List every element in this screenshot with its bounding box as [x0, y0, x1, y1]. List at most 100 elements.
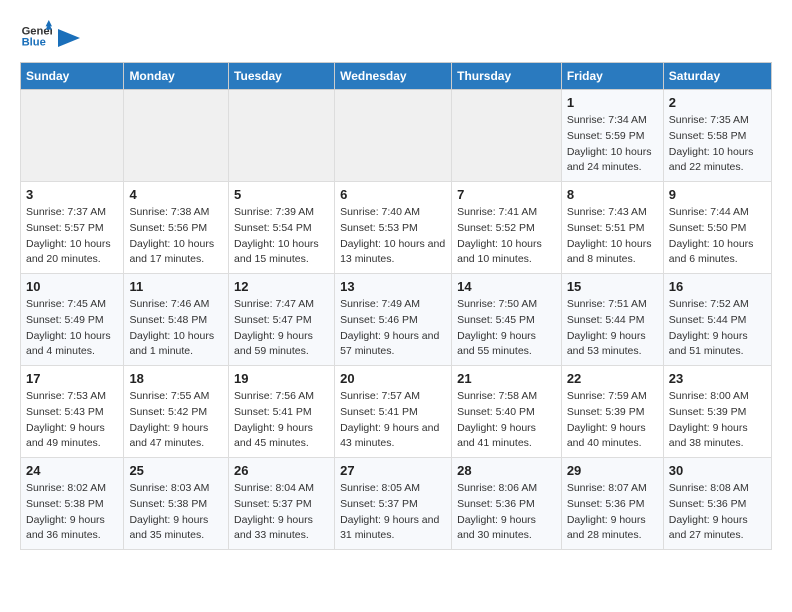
- day-info: Sunrise: 7:53 AM Sunset: 5:43 PM Dayligh…: [26, 389, 118, 452]
- day-info: Sunrise: 8:06 AM Sunset: 5:36 PM Dayligh…: [457, 481, 556, 544]
- day-number: 27: [340, 463, 446, 478]
- calendar-cell: 1 Sunrise: 7:34 AM Sunset: 5:59 PM Daylig…: [561, 90, 663, 182]
- day-info: Sunrise: 8:00 AM Sunset: 5:39 PM Dayligh…: [669, 389, 766, 452]
- calendar-cell: 2 Sunrise: 7:35 AM Sunset: 5:58 PM Daylig…: [663, 90, 771, 182]
- logo: General Blue: [20, 20, 80, 52]
- calendar-cell: 24 Sunrise: 8:02 AM Sunset: 5:38 PM Dayli…: [21, 458, 124, 550]
- header-tuesday: Tuesday: [229, 63, 335, 90]
- calendar-header-row: SundayMondayTuesdayWednesdayThursdayFrid…: [21, 63, 772, 90]
- day-number: 18: [129, 371, 223, 386]
- calendar-cell: 23 Sunrise: 8:00 AM Sunset: 5:39 PM Dayli…: [663, 366, 771, 458]
- day-number: 9: [669, 187, 766, 202]
- day-info: Sunrise: 7:38 AM Sunset: 5:56 PM Dayligh…: [129, 205, 223, 268]
- calendar-cell: 21Sunrise: 7:58 AM Sunset: 5:40 PM Dayli…: [452, 366, 562, 458]
- day-info: Sunrise: 7:41 AM Sunset: 5:52 PM Dayligh…: [457, 205, 556, 268]
- day-number: 6: [340, 187, 446, 202]
- day-number: 25: [129, 463, 223, 478]
- calendar-cell: [124, 90, 229, 182]
- svg-text:Blue: Blue: [22, 37, 46, 49]
- day-number: 2: [669, 95, 766, 110]
- day-number: 17: [26, 371, 118, 386]
- day-info: Sunrise: 8:08 AM Sunset: 5:36 PM Dayligh…: [669, 481, 766, 544]
- day-number: 15: [567, 279, 658, 294]
- calendar-cell: 11 Sunrise: 7:46 AM Sunset: 5:48 PM Dayli…: [124, 274, 229, 366]
- calendar-cell: [452, 90, 562, 182]
- calendar-cell: 12Sunrise: 7:47 AM Sunset: 5:47 PM Dayli…: [229, 274, 335, 366]
- day-number: 23: [669, 371, 766, 386]
- day-number: 28: [457, 463, 556, 478]
- header-thursday: Thursday: [452, 63, 562, 90]
- day-info: Sunrise: 7:44 AM Sunset: 5:50 PM Dayligh…: [669, 205, 766, 268]
- calendar-cell: [335, 90, 452, 182]
- day-number: 16: [669, 279, 766, 294]
- day-info: Sunrise: 7:56 AM Sunset: 5:41 PM Dayligh…: [234, 389, 329, 452]
- header-saturday: Saturday: [663, 63, 771, 90]
- day-number: 21: [457, 371, 556, 386]
- day-info: Sunrise: 7:39 AM Sunset: 5:54 PM Dayligh…: [234, 205, 329, 268]
- calendar-cell: 5 Sunrise: 7:39 AM Sunset: 5:54 PM Daylig…: [229, 182, 335, 274]
- day-info: Sunrise: 7:46 AM Sunset: 5:48 PM Dayligh…: [129, 297, 223, 360]
- calendar-week-row: 1 Sunrise: 7:34 AM Sunset: 5:59 PM Daylig…: [21, 90, 772, 182]
- day-number: 13: [340, 279, 446, 294]
- calendar-week-row: 17 Sunrise: 7:53 AM Sunset: 5:43 PM Dayli…: [21, 366, 772, 458]
- calendar-cell: 19 Sunrise: 7:56 AM Sunset: 5:41 PM Dayli…: [229, 366, 335, 458]
- day-number: 3: [26, 187, 118, 202]
- calendar-cell: 18 Sunrise: 7:55 AM Sunset: 5:42 PM Dayli…: [124, 366, 229, 458]
- day-info: Sunrise: 7:51 AM Sunset: 5:44 PM Dayligh…: [567, 297, 658, 360]
- day-number: 8: [567, 187, 658, 202]
- calendar-cell: 15 Sunrise: 7:51 AM Sunset: 5:44 PM Dayli…: [561, 274, 663, 366]
- calendar-week-row: 3 Sunrise: 7:37 AM Sunset: 5:57 PM Daylig…: [21, 182, 772, 274]
- calendar-cell: 30 Sunrise: 8:08 AM Sunset: 5:36 PM Dayli…: [663, 458, 771, 550]
- day-number: 26: [234, 463, 329, 478]
- day-info: Sunrise: 8:03 AM Sunset: 5:38 PM Dayligh…: [129, 481, 223, 544]
- calendar-cell: 6 Sunrise: 7:40 AM Sunset: 5:53 PM Daylig…: [335, 182, 452, 274]
- calendar-cell: 22Sunrise: 7:59 AM Sunset: 5:39 PM Dayli…: [561, 366, 663, 458]
- calendar-cell: 29 Sunrise: 8:07 AM Sunset: 5:36 PM Dayli…: [561, 458, 663, 550]
- day-info: Sunrise: 7:37 AM Sunset: 5:57 PM Dayligh…: [26, 205, 118, 268]
- logo-arrow-icon: [58, 29, 80, 47]
- day-number: 24: [26, 463, 118, 478]
- day-number: 19: [234, 371, 329, 386]
- calendar-table: SundayMondayTuesdayWednesdayThursdayFrid…: [20, 62, 772, 550]
- day-number: 4: [129, 187, 223, 202]
- day-info: Sunrise: 7:47 AM Sunset: 5:47 PM Dayligh…: [234, 297, 329, 360]
- day-info: Sunrise: 7:49 AM Sunset: 5:46 PM Dayligh…: [340, 297, 446, 360]
- header-monday: Monday: [124, 63, 229, 90]
- day-info: Sunrise: 8:04 AM Sunset: 5:37 PM Dayligh…: [234, 481, 329, 544]
- day-number: 1: [567, 95, 658, 110]
- calendar-cell: 27 Sunrise: 8:05 AM Sunset: 5:37 PM Dayli…: [335, 458, 452, 550]
- day-info: Sunrise: 7:50 AM Sunset: 5:45 PM Dayligh…: [457, 297, 556, 360]
- day-info: Sunrise: 8:07 AM Sunset: 5:36 PM Dayligh…: [567, 481, 658, 544]
- calendar-cell: 28 Sunrise: 8:06 AM Sunset: 5:36 PM Dayli…: [452, 458, 562, 550]
- day-number: 20: [340, 371, 446, 386]
- day-info: Sunrise: 7:40 AM Sunset: 5:53 PM Dayligh…: [340, 205, 446, 268]
- day-number: 11: [129, 279, 223, 294]
- calendar-cell: 3 Sunrise: 7:37 AM Sunset: 5:57 PM Daylig…: [21, 182, 124, 274]
- calendar-cell: 4 Sunrise: 7:38 AM Sunset: 5:56 PM Daylig…: [124, 182, 229, 274]
- day-info: Sunrise: 8:02 AM Sunset: 5:38 PM Dayligh…: [26, 481, 118, 544]
- calendar-cell: 13 Sunrise: 7:49 AM Sunset: 5:46 PM Dayli…: [335, 274, 452, 366]
- day-number: 14: [457, 279, 556, 294]
- day-info: Sunrise: 7:34 AM Sunset: 5:59 PM Dayligh…: [567, 113, 658, 176]
- day-number: 22: [567, 371, 658, 386]
- day-number: 5: [234, 187, 329, 202]
- calendar-cell: 25 Sunrise: 8:03 AM Sunset: 5:38 PM Dayli…: [124, 458, 229, 550]
- day-number: 30: [669, 463, 766, 478]
- day-number: 29: [567, 463, 658, 478]
- day-info: Sunrise: 7:45 AM Sunset: 5:49 PM Dayligh…: [26, 297, 118, 360]
- header-sunday: Sunday: [21, 63, 124, 90]
- calendar-cell: [21, 90, 124, 182]
- calendar-week-row: 10Sunrise: 7:45 AM Sunset: 5:49 PM Dayli…: [21, 274, 772, 366]
- logo-icon: General Blue: [20, 20, 52, 52]
- day-info: Sunrise: 7:35 AM Sunset: 5:58 PM Dayligh…: [669, 113, 766, 176]
- day-info: Sunrise: 7:57 AM Sunset: 5:41 PM Dayligh…: [340, 389, 446, 452]
- day-info: Sunrise: 8:05 AM Sunset: 5:37 PM Dayligh…: [340, 481, 446, 544]
- day-info: Sunrise: 7:43 AM Sunset: 5:51 PM Dayligh…: [567, 205, 658, 268]
- calendar-cell: 20 Sunrise: 7:57 AM Sunset: 5:41 PM Dayli…: [335, 366, 452, 458]
- calendar-cell: 9 Sunrise: 7:44 AM Sunset: 5:50 PM Daylig…: [663, 182, 771, 274]
- day-info: Sunrise: 7:55 AM Sunset: 5:42 PM Dayligh…: [129, 389, 223, 452]
- calendar-cell: 17 Sunrise: 7:53 AM Sunset: 5:43 PM Dayli…: [21, 366, 124, 458]
- page-header: General Blue: [20, 20, 772, 52]
- calendar-cell: 26 Sunrise: 8:04 AM Sunset: 5:37 PM Dayli…: [229, 458, 335, 550]
- day-info: Sunrise: 7:52 AM Sunset: 5:44 PM Dayligh…: [669, 297, 766, 360]
